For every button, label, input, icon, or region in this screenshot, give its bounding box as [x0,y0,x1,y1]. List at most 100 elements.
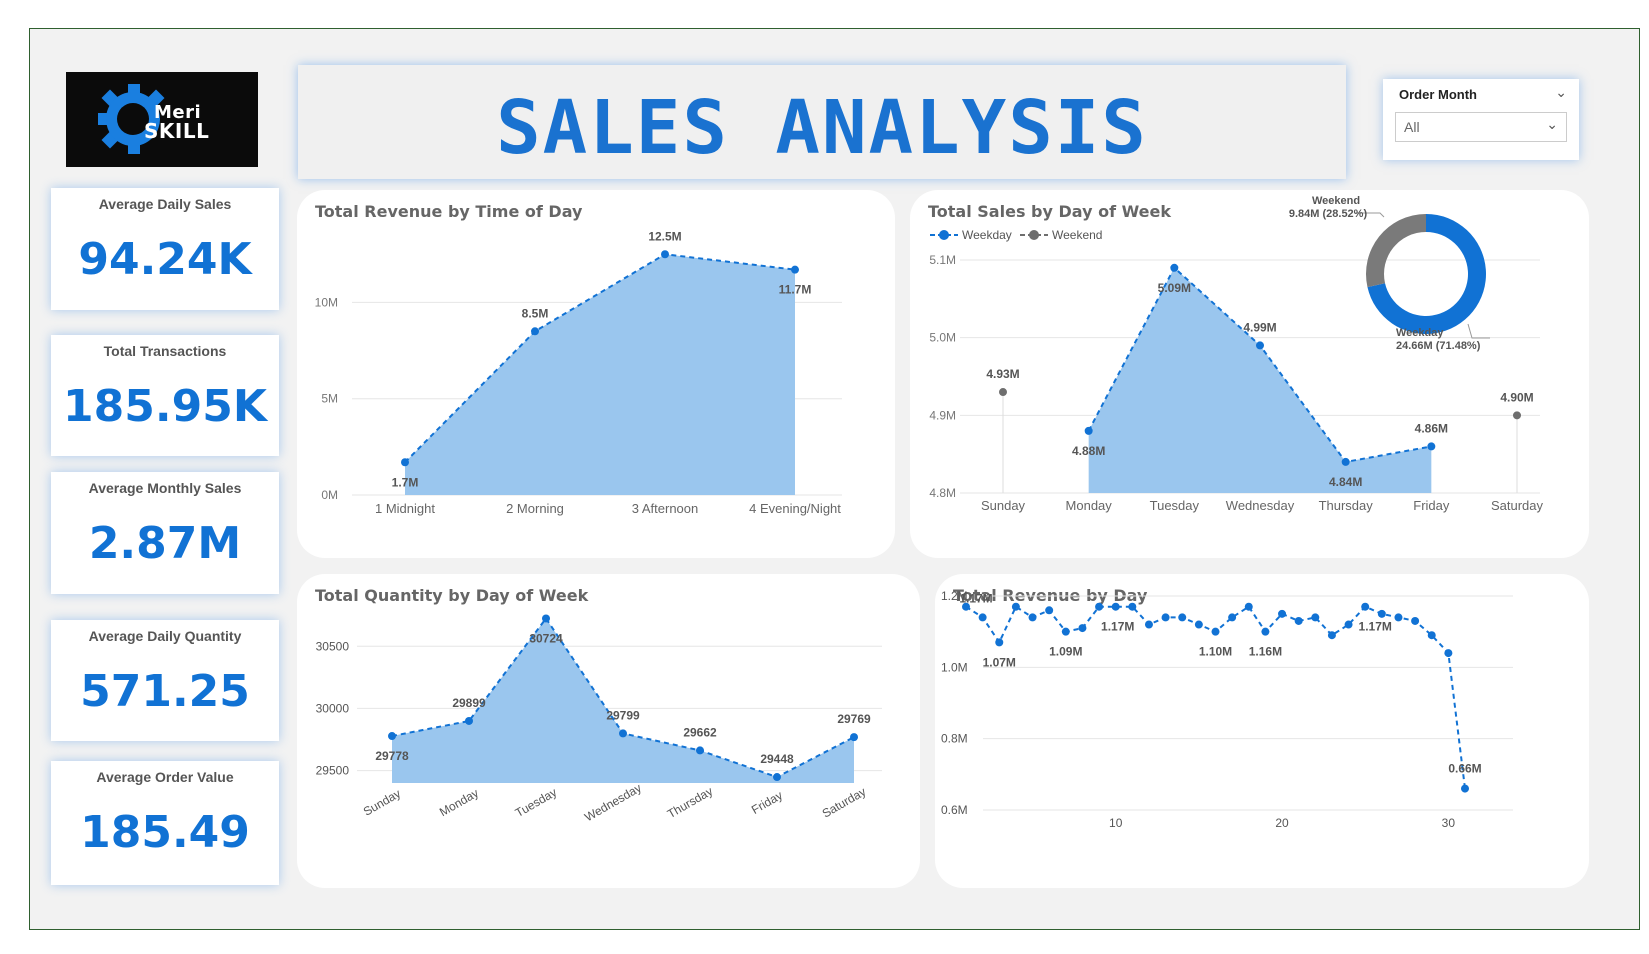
data-point [1294,616,1303,625]
page-title: SALES ANALYSIS [496,85,1148,171]
x-tick-label: Friday [1413,498,1450,513]
time-of-day-chart[interactable]: 0M 5M 10M 1.7M 1 Midnight 8.5M 2 Morning 12.5M 3… [297,190,895,558]
data-point-weekend [1513,411,1521,420]
x-tick-label: Friday [749,788,785,817]
data-label: 0.66M [1448,762,1481,776]
data-label: 4.86M [1415,421,1448,435]
y-tick-label: 0.6M [941,803,968,817]
x-tick-label: 1 Midnight [375,501,435,516]
donut-slice-weekend [1366,214,1426,288]
data-label: 1.10M [1199,645,1232,659]
y-tick-label: 30000 [316,701,350,715]
data-point [1327,631,1336,640]
data-label: 29778 [375,749,409,763]
meriskill-logo: Meri SKILL [66,72,258,167]
data-point-weekend [999,388,1007,397]
data-point [1278,609,1287,618]
data-point-weekday [1084,426,1093,435]
title-banner: SALES ANALYSIS [298,65,1346,179]
data-point-weekday [1256,341,1264,350]
sales-by-day-of-week-chart[interactable]: 4.8M 4.9M 5.0M 5.1M Weekday Weekend 4.88M 5.09M… [910,190,1589,558]
chart-card-sales-by-day-of-week[interactable]: Total Sales by Day of Week 4.8M 4.9M 5.0M 5… [910,190,1589,558]
data-label: 29899 [452,696,486,710]
data-point [1161,613,1170,622]
data-point [401,458,409,467]
x-tick-label: Monday [1066,498,1113,513]
data-point [1194,620,1203,629]
order-month-slicer[interactable]: Order Month ⌄ All ⌄ [1383,79,1579,160]
data-point [1045,606,1054,615]
data-point [1244,602,1253,611]
kpi-value: 185.95K [63,381,267,432]
kpi-value: 185.49 [80,807,250,858]
x-tick-label: Monday [437,786,481,819]
data-label: 1.16M [1249,645,1282,659]
chart-card-revenue-by-day[interactable]: Total Revenue by Day 0.6M 0.8M 1.0M 1.2M 10 2… [935,574,1589,888]
x-tick-label: 3 Afternoon [632,501,699,516]
chart-card-time-of-day[interactable]: Total Revenue by Time of Day 0M 5M 10M 1.7M… [297,190,895,558]
y-tick-label: 4.8M [929,486,956,500]
x-tick-label: 10 [1109,816,1123,830]
chevron-down-icon[interactable]: ⌄ [1555,85,1567,101]
y-tick-label: 0M [321,488,338,502]
x-tick-label: 2 Morning [506,501,564,516]
data-point [1444,649,1453,658]
data-label: 5.09M [1158,281,1191,295]
data-label: 30724 [529,631,563,645]
data-point [1344,620,1353,629]
data-label: 4.99M [1243,320,1276,334]
data-point [1394,613,1403,622]
leader-line [1467,323,1490,339]
x-tick-label: Sunday [981,498,1026,513]
data-label: 4.93M [986,367,1019,381]
donut-label-value: 24.66M (71.48%) [1396,340,1481,352]
kpi-average-order-value: Average Order Value 185.49 [51,761,279,885]
data-point [1061,627,1070,636]
data-label: 12.5M [648,229,681,243]
y-tick-label: 4.9M [929,408,956,422]
kpi-label: Average Monthly Sales [88,480,242,496]
data-label: 29448 [760,752,794,766]
kpi-average-monthly-sales: Average Monthly Sales 2.87M [51,472,279,594]
data-point-weekday [1170,263,1179,272]
order-month-dropdown[interactable]: All ⌄ [1395,112,1567,142]
data-point [619,729,627,738]
data-point [1311,613,1320,622]
dropdown-selected-value: All [1404,119,1420,135]
donut-label-name: Weekend [1312,195,1360,207]
revenue-by-day-chart[interactable]: 0.6M0.8M1.0M1.2M10 20 301.17M1.07M1.09M1.1… [935,574,1589,888]
data-label: 29662 [683,725,717,739]
data-point [1361,602,1370,611]
data-point [1461,784,1469,793]
data-label: 29769 [837,712,871,726]
y-tick-label: 5M [321,392,338,406]
data-label: 1.17M [1359,620,1392,634]
data-label: 1.17M [1101,620,1134,634]
data-point [1095,602,1104,611]
data-point [995,638,1004,647]
data-point [1211,627,1220,636]
quantity-by-day-of-week-chart[interactable]: 29500 30000 30500 29778 Sunday 29899 Monday 307… [297,574,920,888]
x-tick-label: Saturday [1491,498,1544,513]
y-tick-label: 0.8M [941,732,968,746]
data-point [531,327,539,336]
data-point [1078,624,1087,633]
data-point-weekday [1427,442,1436,451]
data-point [1128,602,1137,611]
data-point [1011,602,1020,611]
data-label: 1.07M [983,655,1016,669]
legend-weekday-label: Weekday [962,228,1012,242]
data-point [1411,616,1420,625]
x-tick-label: Thursday [1319,498,1374,513]
data-label: 1.09M [1049,645,1082,659]
chevron-down-icon[interactable]: ⌄ [1546,117,1558,133]
data-point [661,250,669,259]
logo-text-line2: SKILL [144,119,210,143]
chart-card-quantity-by-day-of-week[interactable]: Total Quantity by Day of Week 29500 30000… [297,574,920,888]
data-label: 1.17M [959,592,992,606]
kpi-average-daily-sales: Average Daily Sales 94.24K [51,188,279,310]
donut-label-value: 9.84M (28.52%) [1289,208,1368,220]
data-point [978,613,987,622]
area-fill [405,254,795,495]
kpi-total-transactions: Total Transactions 185.95K [51,335,279,456]
